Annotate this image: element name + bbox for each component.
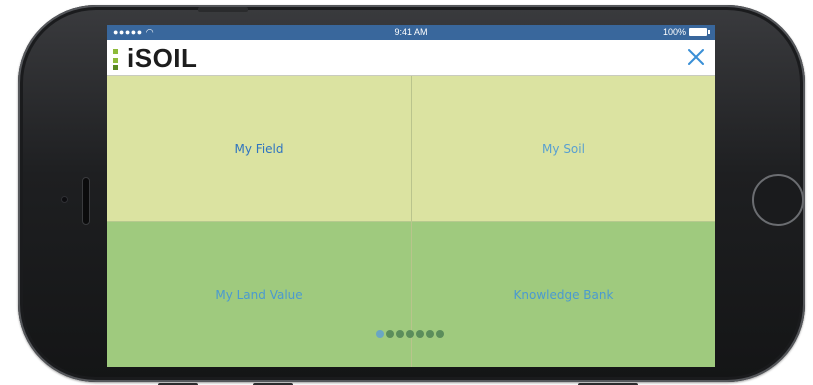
tile-label: My Soil bbox=[542, 141, 585, 156]
nav-bar: iSOIL bbox=[107, 40, 715, 76]
tile-label: Knowledge Bank bbox=[513, 287, 614, 302]
tile-label: My Field bbox=[234, 141, 284, 156]
stage: ●●●●● ◠ 9:41 AM 100% iSOIL My Field My S… bbox=[0, 0, 813, 385]
page-dot[interactable] bbox=[436, 330, 444, 338]
tile-my-field[interactable]: My Field bbox=[107, 76, 411, 221]
tile-my-land-value[interactable]: My Land Value bbox=[107, 222, 411, 367]
status-bar: ●●●●● ◠ 9:41 AM 100% bbox=[107, 25, 715, 40]
page-dot[interactable] bbox=[406, 330, 414, 338]
app-logo: iSOIL bbox=[112, 42, 197, 74]
grid-divider bbox=[107, 221, 715, 222]
tile-my-soil[interactable]: My Soil bbox=[412, 76, 715, 221]
page-dot[interactable] bbox=[396, 330, 404, 338]
page-dot[interactable] bbox=[416, 330, 424, 338]
logo-mark-icon bbox=[112, 46, 126, 74]
tile-knowledge-bank[interactable]: Knowledge Bank bbox=[412, 222, 715, 367]
battery-icon bbox=[689, 28, 710, 36]
logo-text: iSOIL bbox=[127, 43, 198, 73]
close-button[interactable] bbox=[685, 46, 707, 68]
page-dot[interactable] bbox=[426, 330, 434, 338]
status-time: 9:41 AM bbox=[394, 27, 428, 37]
camera-icon bbox=[61, 196, 68, 203]
speaker-grille bbox=[82, 177, 90, 225]
home-button[interactable] bbox=[752, 174, 804, 226]
page-indicator[interactable] bbox=[376, 330, 444, 338]
app-screen: ●●●●● ◠ 9:41 AM 100% iSOIL My Field My S… bbox=[107, 25, 715, 367]
close-icon bbox=[688, 49, 704, 65]
volume-button bbox=[198, 7, 248, 12]
battery-percent: 100% bbox=[662, 27, 686, 37]
menu-grid: My Field My Soil My Land Value Knowledge… bbox=[107, 76, 715, 367]
page-dot[interactable] bbox=[376, 330, 384, 338]
page-dot[interactable] bbox=[386, 330, 394, 338]
battery-status: 100% bbox=[662, 27, 710, 37]
tile-label: My Land Value bbox=[215, 287, 303, 302]
